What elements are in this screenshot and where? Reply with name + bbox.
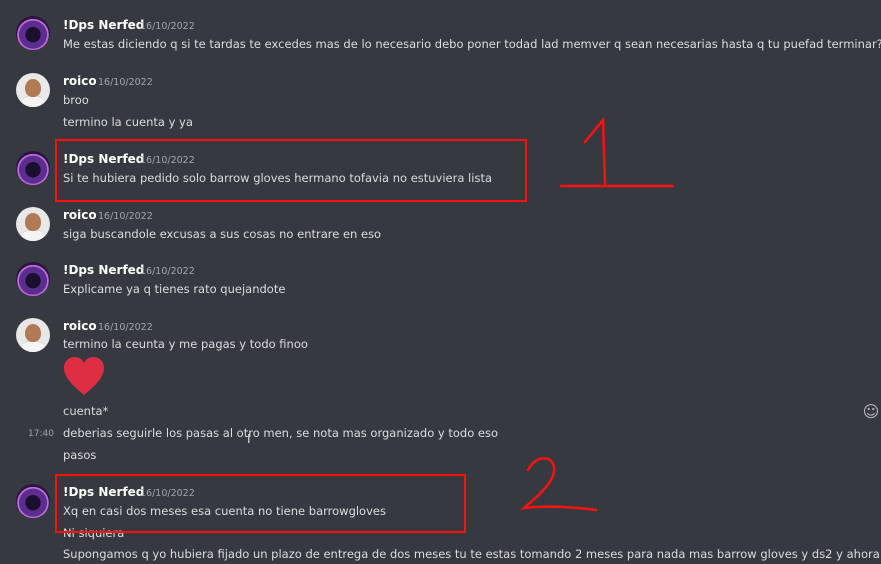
message-text: siga buscandole excusas a sus cosas no e…	[63, 227, 382, 241]
message-text: pasos	[63, 448, 97, 462]
avatar[interactable]	[16, 73, 50, 107]
avatar[interactable]	[16, 151, 50, 185]
message-timestamp: 16/10/2022	[98, 77, 153, 88]
message-text: Explicame ya q tienes rato quejandote	[63, 282, 286, 296]
message-timestamp: 16/10/2022	[140, 21, 195, 32]
message-text: Me estas diciendo q si te tardas te exce…	[63, 37, 881, 51]
add-reaction-icon[interactable]: ☺	[861, 402, 881, 422]
author-name[interactable]: roico	[63, 208, 97, 222]
author-name[interactable]: !Dps Nerfed	[63, 18, 144, 32]
avatar[interactable]	[16, 262, 50, 296]
author-name[interactable]: !Dps Nerfed	[63, 263, 144, 277]
author-name[interactable]: roico	[63, 74, 97, 88]
annotation-box-1	[55, 139, 527, 202]
heart-emoji-icon	[64, 357, 104, 395]
author-name[interactable]: roico	[63, 319, 97, 333]
message-text: termino la cuenta y ya	[63, 115, 193, 129]
message-text: Supongamos q yo hubiera fijado un plazo …	[63, 547, 881, 561]
avatar[interactable]	[16, 484, 50, 518]
chat-log: !Dps Nerfed 16/10/2022 Me estas diciendo…	[0, 0, 881, 564]
annotation-number-2	[520, 457, 598, 512]
avatar[interactable]	[16, 16, 50, 50]
annotation-box-2	[55, 474, 466, 533]
text-cursor-icon: I	[247, 432, 251, 446]
message-timestamp: 16/10/2022	[140, 266, 195, 277]
avatar[interactable]	[16, 318, 50, 352]
message-text: termino la ceunta y me pagas y todo fino…	[63, 337, 308, 351]
message-timestamp: 16/10/2022	[98, 211, 153, 222]
annotation-number-1	[559, 116, 675, 188]
message-timestamp: 16/10/2022	[98, 322, 153, 333]
avatar[interactable]	[16, 207, 50, 241]
hover-timestamp: 17:40	[28, 429, 54, 439]
message-text: deberias seguirle los pasas al otro men,…	[63, 426, 498, 440]
message-text: cuenta*	[63, 404, 109, 418]
message-text: broo	[63, 93, 89, 107]
